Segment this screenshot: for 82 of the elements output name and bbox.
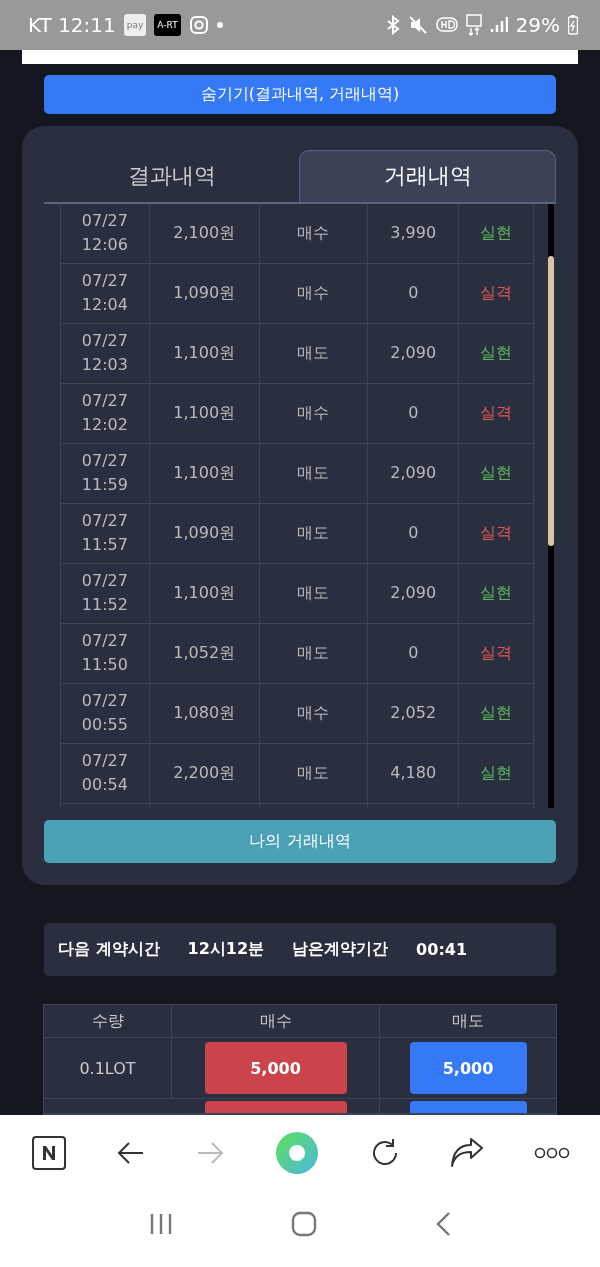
more-icon[interactable] [533,1146,570,1159]
table-cell: 실현 [459,443,534,503]
table-cell: 0 [368,503,460,563]
table-cell: 4,180 [368,743,460,803]
table-cell: 2,090 [368,323,460,383]
column-header: 수량 [44,1005,172,1037]
battery-percent: 29% [515,13,560,37]
table-cell: 실격 [459,503,534,563]
table-cell: 07/27 00:55 [61,683,150,743]
table-cell: 07/27 11:50 [61,623,150,683]
status-time: KT 12:11 [28,13,116,37]
table-cell: 매도 [259,443,369,503]
table-cell: 0.1LOT [44,1038,172,1098]
table-cell: 2,200원 [149,743,260,803]
tab[interactable]: 결과내역 [44,149,299,202]
table-cell: 실현 [459,203,534,263]
table-cell: 매도 [259,503,369,563]
naver-home-icon[interactable] [32,1135,66,1170]
table-cell: 매수 [259,203,369,263]
table-cell: 07/27 12:04 [61,263,150,323]
table-cell: 07/27 11:59 [61,443,150,503]
table-cell: 2,052 [368,683,460,743]
network-5g-icon [465,14,482,36]
instagram-icon [188,15,209,35]
column-header: 매수 [172,1005,380,1037]
scrollbar[interactable] [548,203,554,808]
table-cell: 매도 [259,623,369,683]
table-cell: 2,090 [368,443,460,503]
remaining-label: 남은계약기간 [292,938,389,960]
home-icon[interactable] [291,1210,317,1237]
table-cell: 1,090원 [149,503,260,563]
bluetooth-icon [385,15,400,35]
art-app-icon: A-RT [154,14,181,36]
table-cell: 실격 [459,383,534,443]
table-cell: 실현 [459,323,534,383]
table-cell: 07/27 11:57 [61,503,150,563]
buy-button[interactable]: 5,000 [204,1042,347,1094]
table-cell: 1,100원 [149,563,260,623]
my-trades-button[interactable]: 나의 거래내역 [44,819,556,863]
next-contract-label: 다음 계약시간 [58,938,160,960]
table-cell: 1,080원 [149,683,260,743]
table-cell: 0 [368,623,460,683]
table-cell: 매도 [259,323,369,383]
table-cell: 실현 [459,683,534,743]
table-cell: 2,090 [368,563,460,623]
column-header: 매도 [451,1009,485,1032]
table-cell: 2,100원 [149,203,260,263]
table-cell: 1,090원 [149,263,260,323]
table-cell: 매도 [259,743,369,803]
table-cell: 07/27 12:03 [61,323,150,383]
mute-icon [407,15,428,35]
remaining-time: 00:41 [416,939,468,959]
dot-icon [216,22,223,28]
table-cell: 실현 [459,563,534,623]
table-cell: 07/27 12:06 [61,203,150,263]
table-cell: 1,052원 [149,623,260,683]
share-icon[interactable] [450,1137,485,1168]
table-cell: 1,100원 [149,323,260,383]
signal-icon [489,16,508,34]
pay-app-icon: pay [123,14,147,36]
table-cell: 실격 [459,263,534,323]
table-cell: 0 [368,263,460,323]
table-cell: 매수 [259,383,369,443]
table-cell: 1,100원 [149,443,260,503]
table-cell: 07/27 11:52 [61,563,150,623]
sell-button[interactable]: 5,000 [409,1042,527,1094]
table-cell: 실격 [459,623,534,683]
hd-icon [435,17,458,33]
next-contract-time: 12시12분 [187,938,265,960]
battery-charging-icon [568,15,578,35]
table-cell: 매수 [259,683,369,743]
table-cell: 3,990 [368,203,460,263]
table-cell: 매수 [259,263,369,323]
recent-apps-icon[interactable] [149,1211,173,1236]
table-cell: 1,100원 [149,383,260,443]
table-cell: 07/27 00:54 [61,743,150,803]
table-cell: 실현 [459,743,534,803]
hide-button[interactable]: 숨기기(결과내역, 거래내역) [44,75,556,114]
table-cell: 매도 [259,563,369,623]
tab[interactable]: 거래내역 [299,149,556,202]
table-cell: 0 [368,383,460,443]
table-cell: 07/27 12:02 [61,383,150,443]
